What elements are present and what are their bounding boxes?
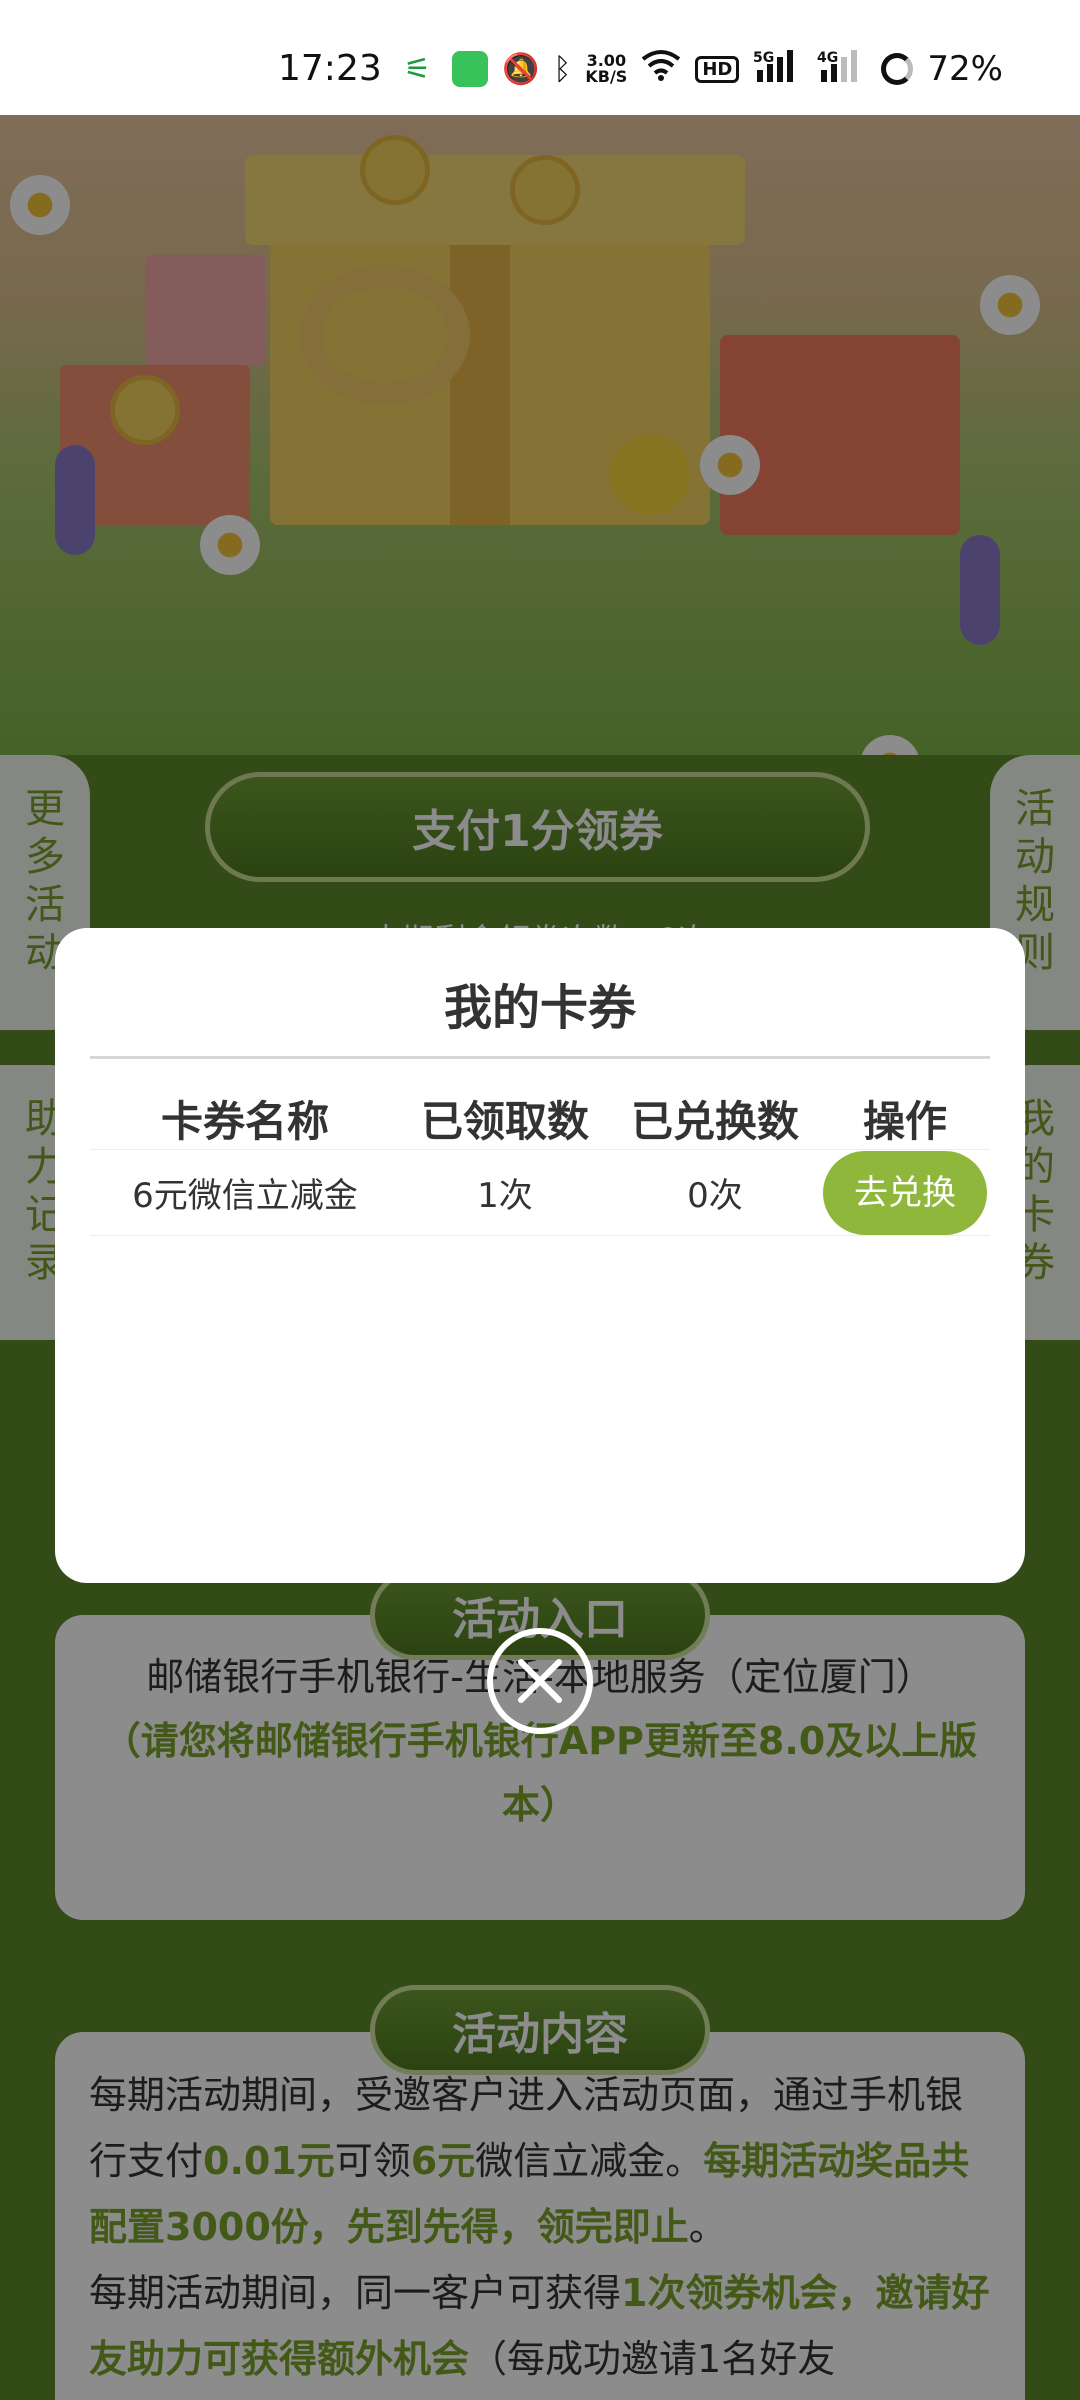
modal-title: 我的卡券: [443, 980, 636, 1036]
bluetooth-icon: ᛒ: [553, 51, 572, 87]
postal-app-icon: ⚟: [404, 52, 431, 87]
column-header-name: 卡券名称: [90, 1088, 400, 1150]
table-header-row: 卡券名称 已领取数 已兑换数 操作: [90, 1088, 990, 1150]
action-cell: 去兑换: [820, 1149, 990, 1236]
message-app-icon: [452, 51, 488, 87]
battery-percent: 72%: [927, 49, 1003, 89]
svg-text:5G: 5G: [753, 50, 774, 66]
mute-bell-icon: 🔕: [502, 51, 540, 87]
signal-5g-icon: 5G: [753, 48, 803, 90]
column-header-action: 操作: [820, 1088, 990, 1150]
status-icons: ⚟ 🔕 ᛒ 3.00 KB/S HD 5G 4G 72%: [404, 48, 1003, 90]
svg-text:4G: 4G: [817, 50, 838, 66]
table-row: 6元微信立减金 1次 0次 去兑换: [90, 1149, 990, 1236]
my-coupons-modal: 我的卡券 卡券名称 已领取数 已兑换数 操作 6元微信立减金 1次 0次 去兑换: [55, 928, 1025, 1583]
redeem-button[interactable]: 去兑换: [823, 1150, 987, 1235]
network-speed: 3.00 KB/S: [585, 51, 628, 86]
hd-voice-icon: HD: [695, 55, 740, 83]
wifi-icon: [641, 49, 681, 89]
coupon-table: 卡券名称 已领取数 已兑换数 操作 6元微信立减金 1次 0次 去兑换: [90, 1088, 990, 1236]
status-time: 17:23: [278, 48, 382, 89]
redeemed-count-cell: 0次: [610, 1149, 820, 1236]
close-modal-button[interactable]: [487, 1628, 593, 1734]
column-header-redeemed: 已兑换数: [610, 1088, 820, 1150]
received-count-cell: 1次: [400, 1149, 610, 1236]
modal-divider: [90, 1056, 990, 1059]
battery-icon: [881, 53, 914, 85]
status-bar: 17:23 ⚟ 🔕 ᛒ 3.00 KB/S HD 5G 4G 72%: [0, 0, 1080, 115]
coupon-name-cell: 6元微信立减金: [90, 1149, 400, 1236]
column-header-received: 已领取数: [400, 1088, 610, 1150]
close-icon: [518, 1659, 562, 1703]
signal-4g-icon: 4G: [817, 48, 867, 90]
